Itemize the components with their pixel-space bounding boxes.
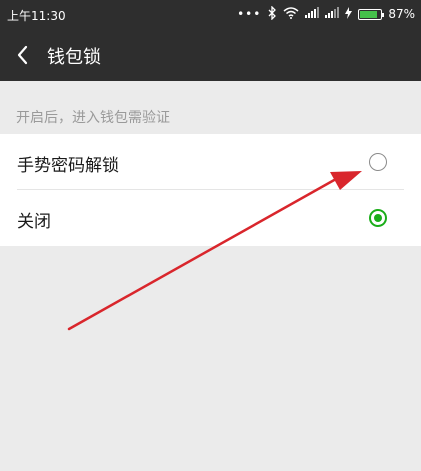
status-icons: ••• 87% — [231, 4, 415, 24]
options-list: 手势密码解锁 关闭 — [0, 134, 421, 246]
wifi-icon — [283, 6, 299, 22]
battery-percent: 87% — [388, 7, 415, 21]
chevron-left-icon — [17, 45, 28, 65]
option-gesture-unlock[interactable]: 手势密码解锁 — [0, 134, 421, 190]
option-label: 关闭 — [17, 212, 51, 232]
status-bar: 上午11:30 ••• 87% — [0, 0, 421, 29]
battery-icon — [358, 8, 385, 20]
back-button[interactable] — [8, 37, 44, 73]
page-title: 钱包锁 — [47, 47, 101, 68]
radio-button-selected[interactable] — [369, 209, 387, 227]
signal-icon — [305, 7, 320, 21]
option-off[interactable]: 关闭 — [0, 190, 421, 246]
notification-dots: ••• — [237, 7, 262, 21]
radio-button-unselected[interactable] — [369, 153, 387, 171]
section-caption: 开启后，进入钱包需验证 — [16, 110, 170, 126]
radio-dot — [374, 214, 382, 222]
bluetooth-icon — [267, 4, 277, 23]
battery-level — [360, 10, 378, 18]
option-label: 手势密码解锁 — [17, 156, 119, 176]
charging-icon — [345, 6, 353, 22]
title-bar: 钱包锁 — [0, 29, 421, 81]
signal-icon — [325, 7, 340, 21]
status-time: 上午11:30 — [7, 9, 66, 23]
